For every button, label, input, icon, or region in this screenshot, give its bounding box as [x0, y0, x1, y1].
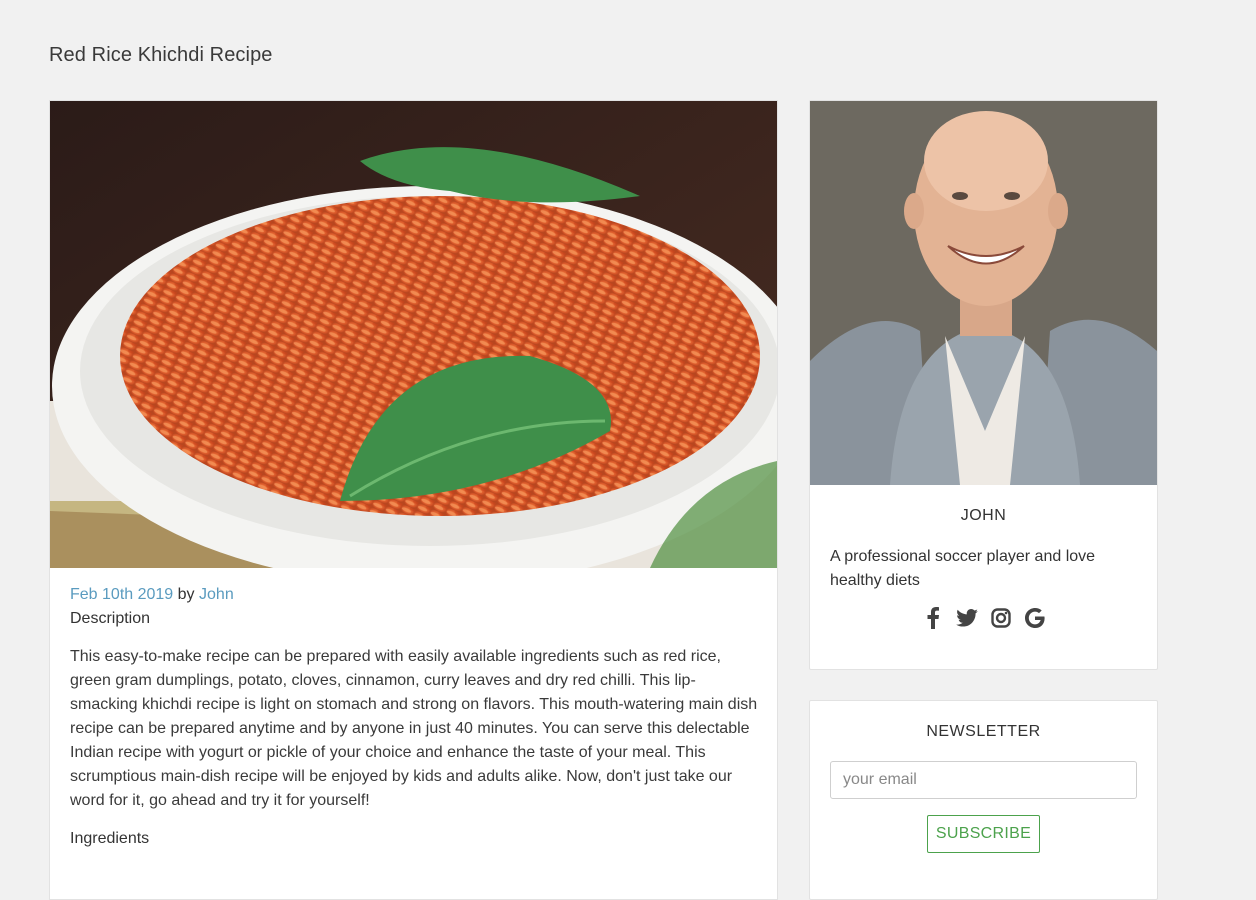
recipe-card: Feb 10th 2019 by John Description This e…: [49, 100, 778, 900]
email-input[interactable]: [830, 761, 1137, 799]
social-links: [810, 607, 1157, 629]
google-icon[interactable]: [1024, 607, 1046, 629]
twitter-icon[interactable]: [955, 607, 978, 629]
recipe-body: Feb 10th 2019 by John Description This e…: [70, 583, 758, 851]
author-link[interactable]: John: [199, 586, 234, 603]
instagram-icon[interactable]: [990, 607, 1012, 629]
author-card: JOHN A professional soccer player and lo…: [809, 100, 1158, 670]
newsletter-card: NEWSLETTER SUBSCRIBE: [809, 700, 1158, 900]
ingredients-label: Ingredients: [70, 830, 150, 847]
newsletter-title: NEWSLETTER: [926, 723, 1041, 740]
recipe-image: [50, 101, 777, 568]
facebook-icon[interactable]: [922, 607, 944, 629]
page-title: Red Rice Khichdi Recipe: [49, 44, 273, 66]
by-label: by: [177, 586, 195, 603]
post-meta: Feb 10th 2019 by John: [70, 583, 758, 607]
subscribe-button[interactable]: SUBSCRIBE: [927, 815, 1040, 853]
author-name: JOHN: [960, 507, 1007, 524]
author-bio: A professional soccer player and love he…: [830, 548, 1096, 589]
author-photo: [810, 101, 1157, 485]
description-label: Description: [70, 610, 151, 627]
recipe-description: This easy-to-make recipe can be prepared…: [70, 648, 758, 809]
post-date-link[interactable]: Feb 10th 2019: [70, 586, 173, 603]
